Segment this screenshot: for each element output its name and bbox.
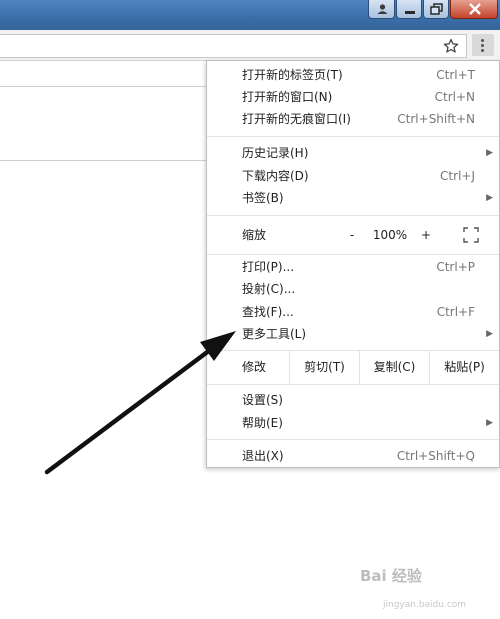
menu-separator — [207, 384, 499, 385]
restore-icon — [430, 3, 443, 15]
menu-dot-icon — [481, 44, 484, 47]
menu-separator — [207, 136, 499, 137]
menu-item-label: 书签(B) — [242, 191, 284, 205]
menu-zoom-row: 缩放 - 100% + — [207, 222, 499, 248]
watermark-url: jingyan.baidu.com — [383, 600, 467, 610]
copy-button[interactable]: 复制(C) — [359, 350, 429, 384]
minimize-icon — [405, 11, 415, 14]
user-icon — [377, 4, 388, 14]
paste-button[interactable]: 粘贴(P) — [429, 350, 499, 384]
menu-item-exit[interactable]: 退出(X) Ctrl+Shift+Q — [207, 445, 499, 467]
submenu-arrow-icon: ▶ — [486, 148, 493, 158]
menu-separator — [207, 254, 499, 255]
zoom-out-button[interactable]: - — [343, 222, 361, 248]
watermark-logo: Bai 经验 — [360, 567, 422, 585]
menu-item-shortcut: Ctrl+T — [436, 68, 475, 82]
menu-item-label: 设置(S) — [242, 393, 283, 407]
chrome-main-menu: 打开新的标签页(T) Ctrl+T 打开新的窗口(N) Ctrl+N 打开新的无… — [206, 60, 500, 468]
menu-item-help[interactable]: 帮助(E) ▶ — [207, 412, 499, 434]
menu-item-shortcut: Ctrl+Shift+N — [397, 112, 475, 126]
browser-toolbar — [0, 30, 500, 61]
page-content-area — [0, 61, 208, 161]
menu-item-find[interactable]: 查找(F)... Ctrl+F — [207, 301, 499, 323]
menu-item-label: 投射(C)... — [242, 282, 296, 296]
menu-item-print[interactable]: 打印(P)... Ctrl+P — [207, 256, 499, 278]
submenu-arrow-icon: ▶ — [486, 329, 493, 339]
menu-item-settings[interactable]: 设置(S) — [207, 389, 499, 411]
menu-item-label: 打开新的窗口(N) — [242, 90, 333, 104]
menu-item-label: 打开新的标签页(T) — [242, 68, 343, 82]
menu-item-label: 更多工具(L) — [242, 327, 307, 341]
menu-dot-icon — [481, 39, 484, 42]
menu-item-history[interactable]: 历史记录(H) ▶ — [207, 142, 499, 164]
menu-item-new-tab[interactable]: 打开新的标签页(T) Ctrl+T — [207, 64, 499, 86]
edit-label: 修改 — [242, 360, 267, 374]
submenu-arrow-icon: ▶ — [486, 418, 493, 428]
menu-item-shortcut: Ctrl+J — [440, 169, 475, 183]
cut-button[interactable]: 剪切(T) — [289, 350, 359, 384]
submenu-arrow-icon: ▶ — [486, 193, 493, 203]
menu-item-more-tools[interactable]: 更多工具(L) ▶ — [207, 323, 499, 345]
user-profile-button[interactable] — [368, 0, 395, 19]
zoom-label: 缩放 — [242, 228, 267, 242]
menu-dot-icon — [481, 49, 484, 52]
minimize-button[interactable] — [396, 0, 422, 19]
address-bar[interactable] — [0, 34, 467, 58]
close-window-button[interactable] — [450, 0, 498, 19]
restore-button[interactable] — [423, 0, 449, 19]
menu-edit-row: 修改 剪切(T) 复制(C) 粘贴(P) — [207, 350, 499, 384]
menu-item-label: 打印(P)... — [242, 260, 295, 274]
zoom-in-button[interactable]: + — [417, 222, 435, 248]
menu-item-label: 历史记录(H) — [242, 146, 309, 160]
menu-item-incognito-window[interactable]: 打开新的无痕窗口(I) Ctrl+Shift+N — [207, 108, 499, 130]
menu-item-new-window[interactable]: 打开新的窗口(N) Ctrl+N — [207, 86, 499, 108]
fullscreen-icon[interactable] — [463, 227, 479, 243]
menu-item-shortcut: Ctrl+N — [434, 90, 475, 104]
menu-item-bookmarks[interactable]: 书签(B) ▶ — [207, 187, 499, 209]
menu-item-shortcut: Ctrl+F — [436, 305, 475, 319]
menu-separator — [207, 439, 499, 440]
menu-item-cast[interactable]: 投射(C)... — [207, 278, 499, 300]
zoom-level: 100% — [372, 228, 408, 242]
close-icon — [469, 3, 481, 15]
chrome-menu-button[interactable] — [472, 34, 494, 56]
menu-item-label: 帮助(E) — [242, 416, 283, 430]
menu-separator — [207, 215, 499, 216]
menu-item-shortcut: Ctrl+P — [436, 260, 475, 274]
menu-item-shortcut: Ctrl+Shift+Q — [396, 449, 475, 463]
bookmark-star-icon[interactable] — [443, 38, 459, 54]
menu-item-label: 退出(X) — [242, 449, 284, 463]
menu-item-label: 下载内容(D) — [242, 169, 309, 183]
menu-item-label: 查找(F)... — [242, 305, 294, 319]
menu-item-downloads[interactable]: 下载内容(D) Ctrl+J — [207, 165, 499, 187]
divider — [0, 86, 208, 87]
menu-item-label: 打开新的无痕窗口(I) — [242, 112, 351, 126]
